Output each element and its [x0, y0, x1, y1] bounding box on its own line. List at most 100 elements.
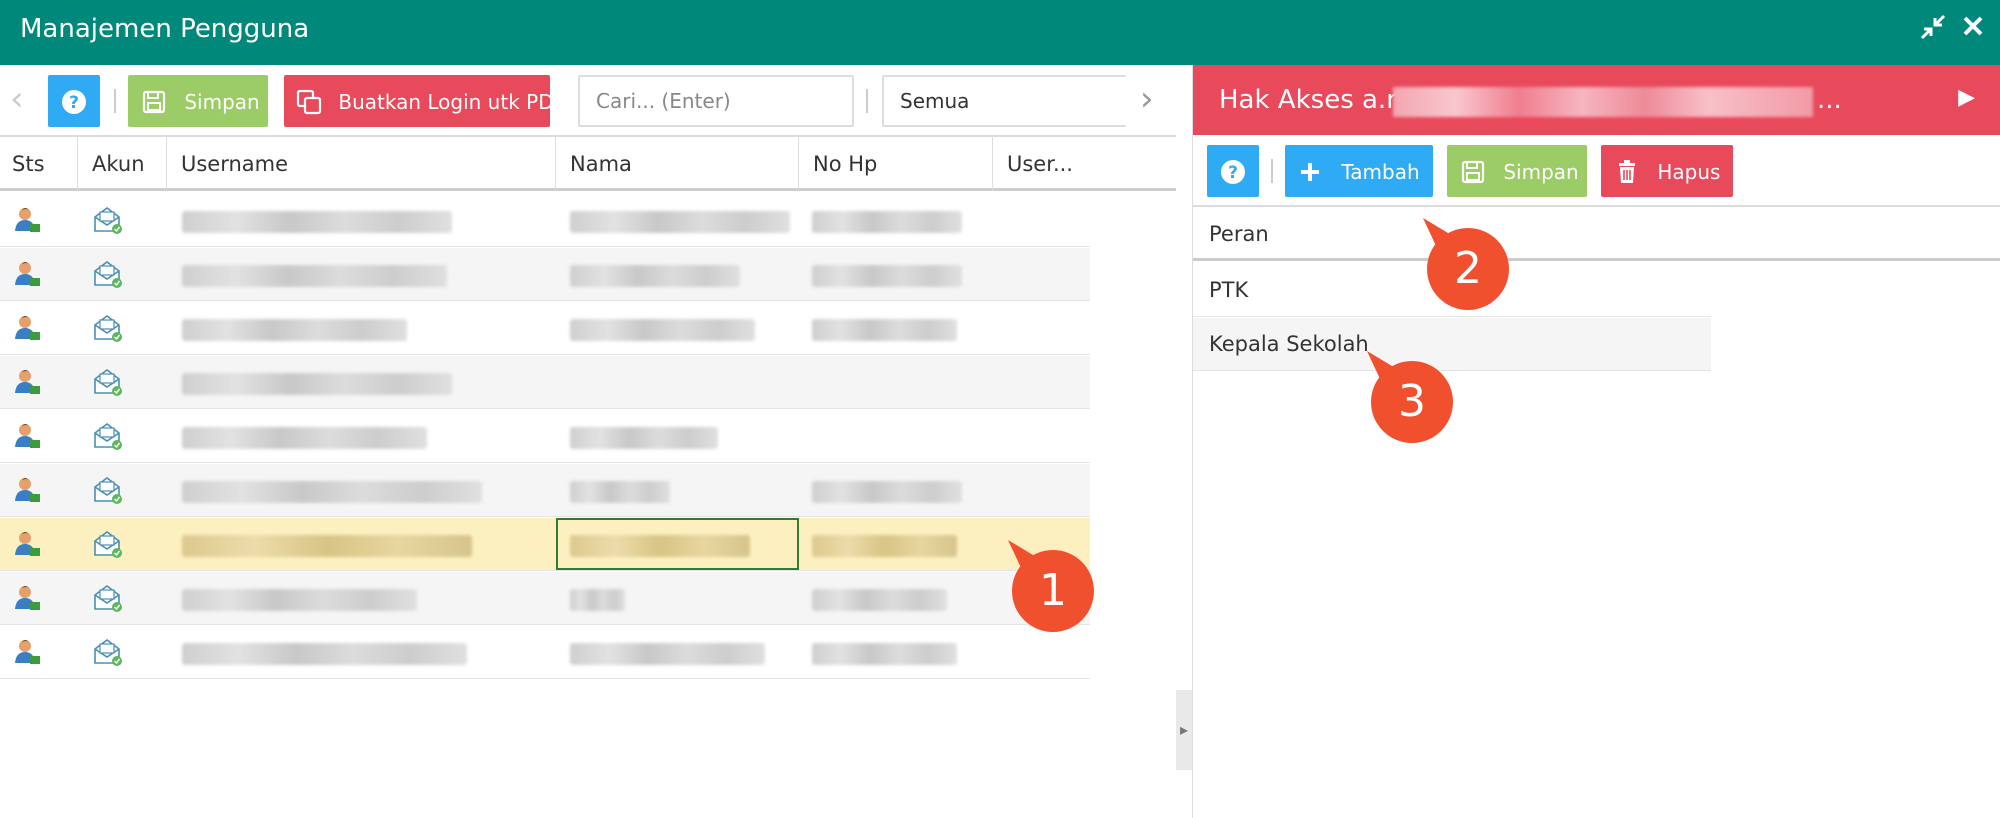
table-row[interactable] [0, 410, 1090, 463]
toolbar-separator [1271, 159, 1273, 183]
redacted-nohp [812, 211, 962, 233]
account-mail-icon [92, 248, 124, 301]
account-mail-icon [92, 302, 124, 355]
account-mail-icon [92, 410, 124, 463]
redacted-username [182, 481, 482, 503]
delete-role-button[interactable]: Hapus [1601, 145, 1733, 197]
save-button[interactable]: Simpan [128, 75, 268, 127]
create-login-button[interactable]: Buatkan Login utk PD [284, 75, 554, 127]
status-icon [12, 356, 42, 409]
close-icon[interactable] [1958, 14, 1988, 44]
access-rights-header: Hak Akses a.n ... ▶ [1193, 65, 2000, 135]
redacted-nohp [812, 589, 947, 611]
help-icon: ? [62, 89, 86, 114]
account-mail-icon [92, 518, 124, 571]
table-row[interactable] [0, 194, 1090, 247]
plus-icon [1301, 162, 1319, 181]
add-role-button[interactable]: Tambah [1285, 145, 1433, 197]
redacted-nama [570, 211, 790, 233]
window-title: Manajemen Pengguna [20, 14, 310, 44]
access-help-button[interactable]: ? [1207, 145, 1259, 197]
callout-1: 1 [1008, 540, 1094, 632]
column-header-nama[interactable]: Nama [556, 137, 799, 191]
pane-splitter[interactable]: ▸ [1176, 690, 1192, 770]
access-rights-title: Hak Akses a.n [1219, 85, 1403, 115]
grid-header: Sts Akun Username Nama No Hp User... [0, 137, 1176, 191]
toolbar-separator [866, 89, 868, 113]
column-header-peran[interactable]: Peran [1193, 207, 2000, 261]
redacted-nohp [812, 265, 962, 287]
redacted-username [182, 265, 447, 287]
compress-icon[interactable] [1918, 14, 1948, 44]
save-role-label: Simpan [1503, 159, 1579, 184]
table-row[interactable] [0, 248, 1090, 301]
redacted-name [1393, 87, 1813, 117]
redacted-username [182, 319, 407, 341]
callout-2: 2 [1423, 218, 1509, 310]
redacted-username [182, 535, 472, 557]
svg-text:?: ? [69, 93, 79, 113]
redacted-username [182, 643, 467, 665]
redacted-nama [570, 319, 755, 341]
status-icon [12, 518, 42, 571]
access-toolbar: ? Tambah Simpan Hapus [1193, 135, 2000, 207]
table-row[interactable] [0, 302, 1090, 355]
create-login-button-label: Buatkan Login utk PD [338, 89, 554, 114]
floppy-disk-icon [1461, 160, 1485, 183]
redacted-username [182, 373, 452, 395]
redacted-nama [570, 481, 670, 503]
table-row[interactable] [0, 518, 1090, 571]
redacted-nohp [812, 319, 957, 341]
copy-icon [296, 89, 322, 114]
window-titlebar: Manajemen Pengguna [0, 0, 2000, 65]
selected-cell[interactable] [556, 518, 799, 570]
status-icon [12, 464, 42, 517]
prev-arrow-icon[interactable]: ‹ [10, 79, 24, 119]
table-row[interactable] [0, 572, 1090, 625]
save-role-button[interactable]: Simpan [1447, 145, 1587, 197]
table-row[interactable] [0, 626, 1090, 679]
account-mail-icon [92, 626, 124, 679]
main-toolbar: ‹ ? Simpan Buatkan Login utk PD Semua › [0, 65, 1176, 137]
filter-select[interactable]: Semua [882, 75, 1126, 127]
redacted-nama [570, 589, 625, 611]
status-icon [12, 410, 42, 463]
role-row[interactable]: Kepala Sekolah [1193, 318, 1711, 371]
column-header-user[interactable]: User... [993, 137, 1176, 191]
next-arrow-icon[interactable]: › [1140, 79, 1154, 119]
redacted-username [182, 589, 417, 611]
column-header-sts[interactable]: Sts [0, 137, 78, 191]
column-header-akun[interactable]: Akun [78, 137, 167, 191]
redacted-username [182, 211, 452, 233]
redacted-nama [570, 265, 740, 287]
status-icon [12, 572, 42, 625]
user-management-pane: ‹ ? Simpan Buatkan Login utk PD Semua › … [0, 65, 1176, 818]
trash-icon [1619, 159, 1635, 183]
status-icon [12, 248, 42, 301]
redacted-nama [570, 427, 718, 449]
status-icon [12, 302, 42, 355]
search-input[interactable] [578, 75, 854, 127]
redacted-username [182, 427, 427, 449]
delete-role-label: Hapus [1657, 159, 1721, 184]
column-header-username[interactable]: Username [167, 137, 556, 191]
account-mail-icon [92, 194, 124, 247]
callout-3: 3 [1367, 351, 1453, 443]
redacted-nama [570, 643, 765, 665]
help-button[interactable]: ? [48, 75, 100, 127]
save-button-label: Simpan [184, 89, 260, 114]
column-header-nohp[interactable]: No Hp [799, 137, 993, 191]
account-mail-icon [92, 464, 124, 517]
table-row[interactable] [0, 464, 1090, 517]
account-mail-icon [92, 572, 124, 625]
collapse-arrow-icon[interactable]: ▶ [1958, 85, 1975, 110]
table-row[interactable] [0, 356, 1090, 409]
help-icon: ? [1221, 159, 1245, 184]
svg-text:?: ? [1228, 163, 1238, 183]
redacted-nohp [812, 481, 962, 503]
redacted-nohp [812, 643, 957, 665]
access-rights-pane: Hak Akses a.n ... ▶ ? Tambah Simpan Hapu… [1192, 65, 2000, 818]
title-ellipsis: ... [1817, 85, 1842, 115]
toolbar-separator [114, 89, 116, 113]
account-mail-icon [92, 356, 124, 409]
